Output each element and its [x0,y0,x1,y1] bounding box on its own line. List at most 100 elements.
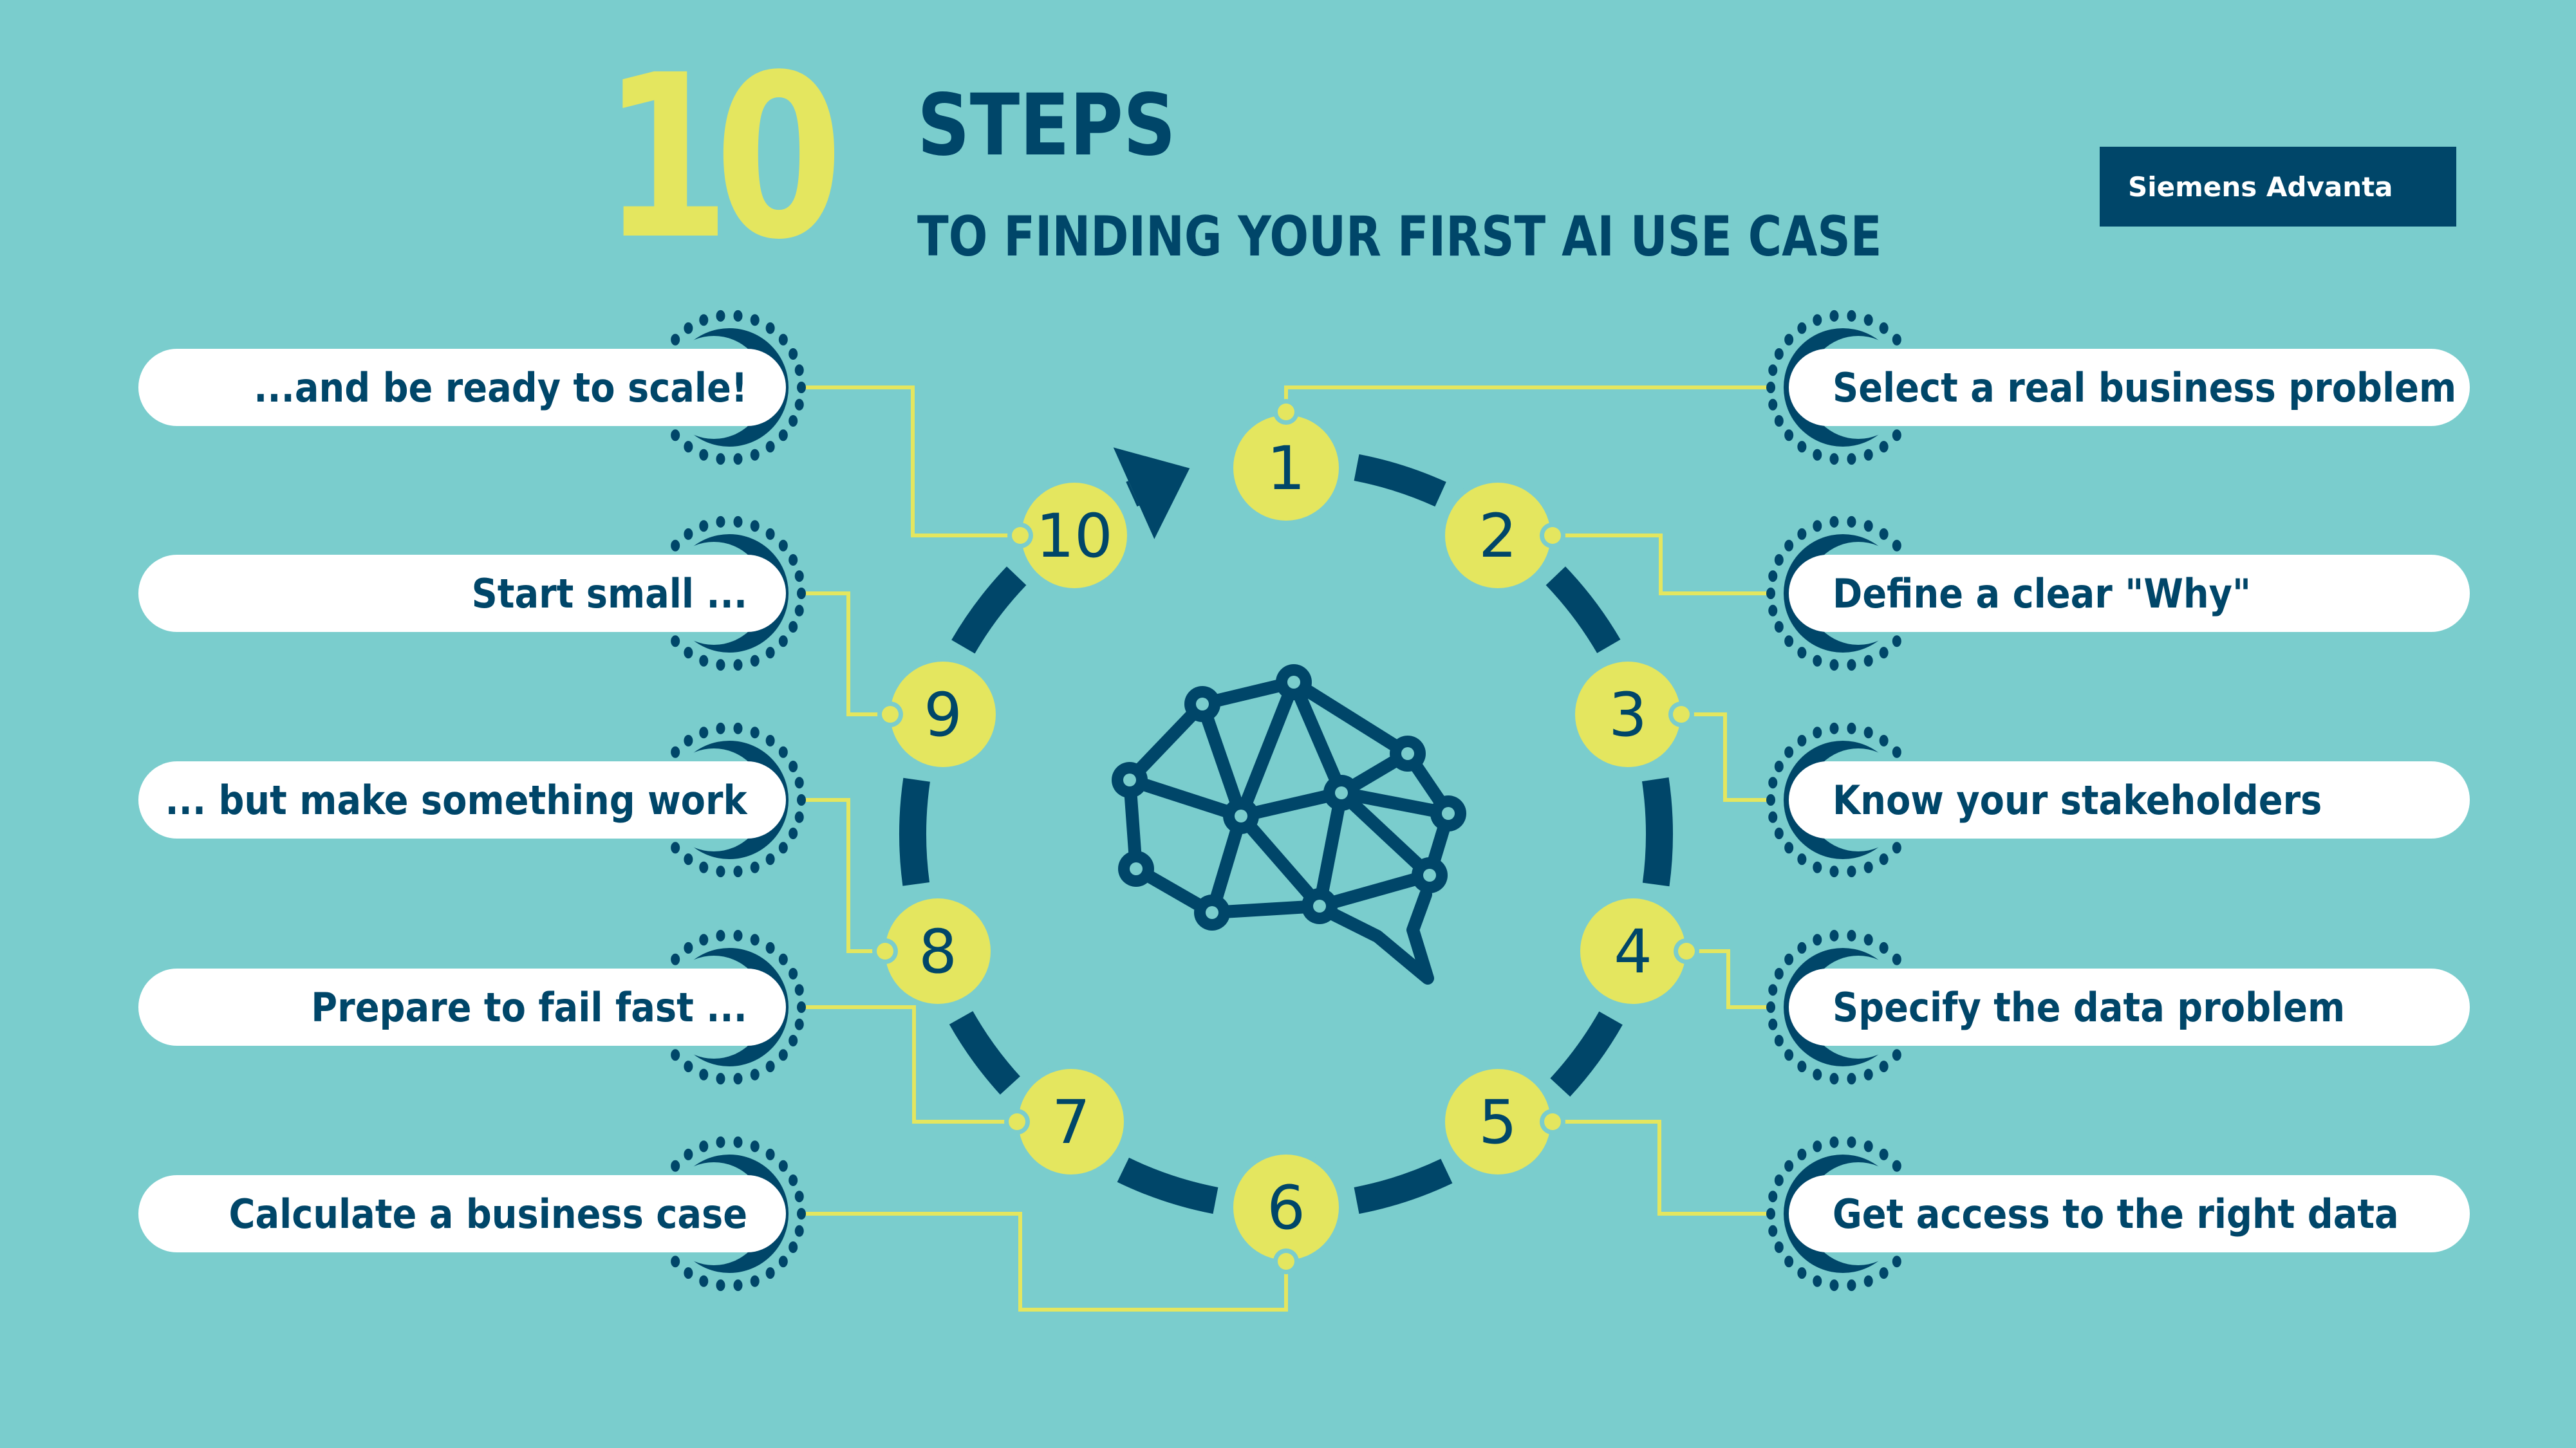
badge-dot [733,1279,743,1292]
step-circle-1: 1 [1228,410,1344,526]
connector-6 [805,1212,1288,1312]
badge-dot [789,1035,798,1047]
badge-dot [789,348,798,360]
badge-dot [1813,727,1822,739]
step-card-7: Prepare to fail fast ... [138,969,786,1046]
badge-dot [684,528,693,540]
badge-dot [699,1140,709,1153]
badge-dot [716,515,725,528]
badge-dot [1768,984,1778,996]
step-label: ... but make something work [165,776,747,824]
badge-dot [765,853,775,866]
badge-dot [1892,842,1901,854]
badge-dot [1768,604,1778,617]
ring-segment [1126,481,1140,507]
badge-dot [733,453,743,465]
badge-dot [1879,853,1889,866]
badge-dot [794,398,804,411]
brain-network-speech-bubble-icon [1112,664,1466,985]
badge-dot [797,1208,806,1220]
badge-dot [671,953,680,965]
step-label: Start small ... [471,570,747,617]
badge-dot [733,1136,743,1148]
badge-dot [716,1073,725,1085]
badge-dot [750,1068,760,1081]
badge-dot [716,1279,725,1292]
step-card-6: Calculate a business case [138,1175,786,1252]
badge-dot [750,861,760,873]
badge-dot [1766,1208,1775,1220]
badge-dot [1797,942,1807,954]
step-number: 8 [919,917,957,987]
badge-dot [699,654,709,667]
badge-dot [1813,520,1822,532]
badge-dot [750,654,760,667]
big-number: 10 [602,26,843,289]
badge-dot [1797,647,1807,659]
badge-dot [789,553,798,566]
step-circle-10: 10 [1016,478,1132,593]
brain-node-hole [1335,786,1348,799]
badge-dot [1784,1256,1794,1268]
step-label: Select a real business problem [1833,364,2457,411]
badge-dot [671,429,680,441]
connector-knob [1544,1113,1561,1130]
badge-dot [1847,1279,1856,1292]
badge-dot [789,621,798,633]
badge-dot [1879,1061,1889,1073]
badge-dot [1766,588,1775,599]
badge-dot [778,842,788,854]
brain-node-hole [1442,807,1455,820]
badge-dot [1774,760,1784,772]
badge-dot [1879,322,1889,334]
badge-dot [684,942,693,954]
step-label: Get access to the right data [1833,1190,2399,1238]
step-label: ...and be ready to scale! [253,364,747,411]
ring-segment [899,777,930,886]
badge-dot [1797,853,1807,866]
badge-dot [778,429,788,441]
badge-dot [794,570,804,582]
badge-dot [750,727,760,739]
badge-dot [1879,647,1889,659]
badge-dot [1813,314,1822,326]
brain-node-hole [1235,810,1247,822]
brain-edge [1235,676,1300,822]
step-number: 1 [1267,434,1305,504]
badge-dot [733,722,743,734]
badge-dot [1879,942,1889,954]
badge-dot [750,314,760,326]
badge-dot [1774,348,1784,360]
badge-dot [1879,1148,1889,1160]
ring-segment [949,1010,1020,1095]
badge-dot [778,1160,788,1172]
badge-dot [1797,1061,1807,1073]
badge-dot [1784,953,1794,965]
badge-dot [699,934,709,946]
badge-dot [765,942,775,954]
badge-dot [1829,1073,1839,1085]
badge-dot [794,364,804,376]
badge-dot [1784,842,1794,854]
badge-dot [1774,1035,1784,1047]
connector-knob [1673,706,1690,723]
badge-dot [1829,453,1839,465]
badge-dot [699,520,709,532]
badge-dot [1847,929,1856,942]
badge-dot [750,934,760,946]
badge-dot [778,333,788,346]
step-label: Know your stakeholders [1833,776,2322,824]
badge-dot [1768,398,1778,411]
badge-dot [1768,570,1778,582]
badge-dot [1892,1256,1901,1268]
badge-dot [778,635,788,647]
badge-dot [765,647,775,659]
badge-dot [733,310,743,322]
badge-dot [794,984,804,996]
badge-dot [778,1256,788,1268]
badge-dot [1797,528,1807,540]
badge-dot [699,449,709,461]
badge-dot [797,588,806,599]
badge-dot [789,415,798,427]
badge-dot [1863,1275,1873,1287]
